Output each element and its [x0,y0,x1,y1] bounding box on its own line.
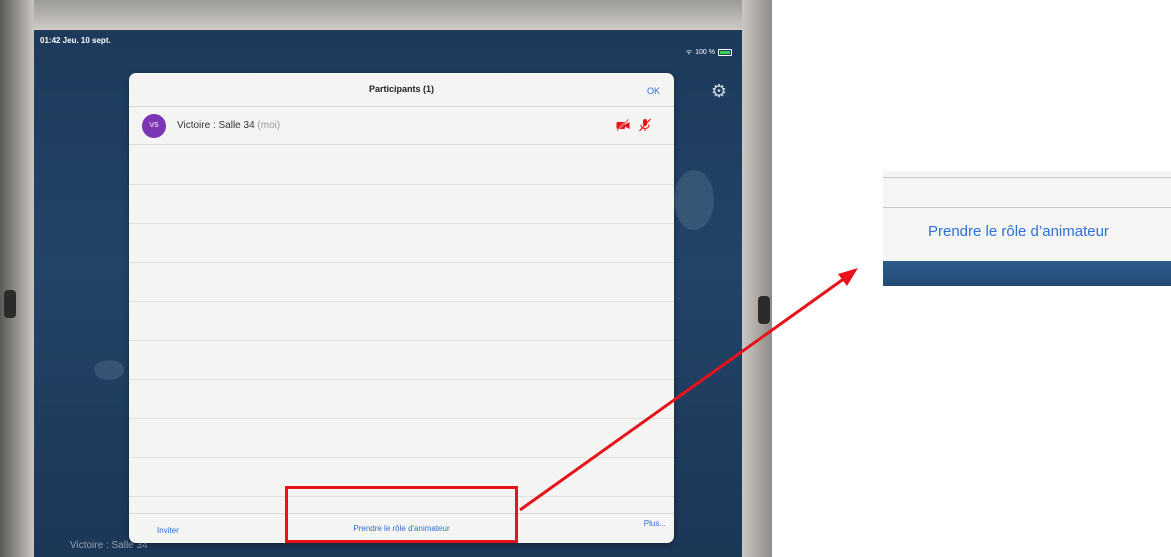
zoom-callout: Prendre le rôle d’animateur [883,171,1171,286]
zoom-divider [883,177,1171,178]
annotated-screenshot: 01:42 Jeu. 10 sept. ᯤ 100 % ⚙ Victoire :… [0,0,1171,557]
zoomed-take-host-label: Prendre le rôle d’animateur [928,223,1109,240]
zoom-divider [883,207,1171,208]
zoom-background-strip [883,261,1171,286]
